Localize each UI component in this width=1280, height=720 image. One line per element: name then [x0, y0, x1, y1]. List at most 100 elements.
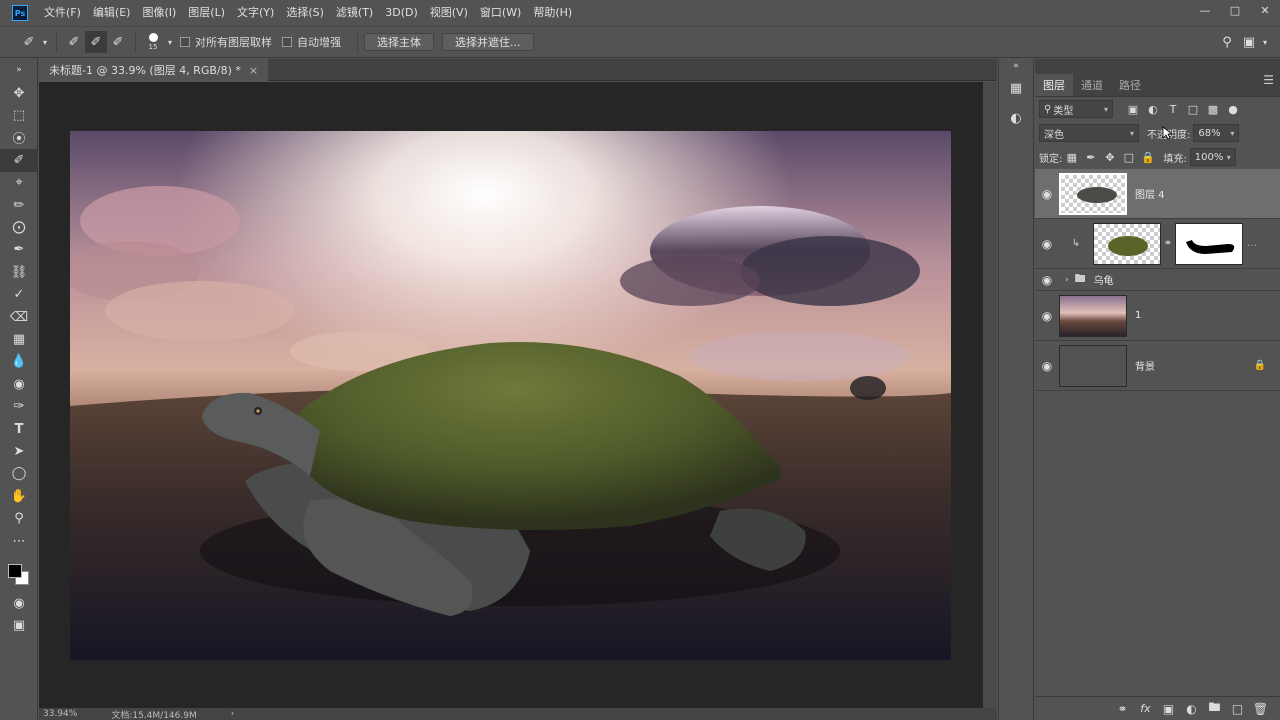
menu-layer[interactable]: 图层(L)	[182, 0, 231, 26]
tab-layers[interactable]: 图层	[1035, 74, 1073, 96]
type-filter-icon[interactable]: T	[1163, 103, 1183, 116]
maximize-icon[interactable]: □	[1220, 0, 1250, 20]
layer-name[interactable]: 背景	[1135, 358, 1155, 373]
layer-thumbnail[interactable]	[1093, 222, 1161, 265]
eye-icon[interactable]: ◉	[1035, 273, 1059, 287]
layer-name[interactable]: 1	[1135, 310, 1141, 321]
workspace-icon[interactable]: ▣	[1238, 31, 1260, 53]
menu-type[interactable]: 文字(Y)	[231, 0, 280, 26]
tool-preset-icon[interactable]: ✐	[18, 31, 40, 53]
new-selection-brush-icon[interactable]: ✐	[63, 31, 85, 53]
eye-icon[interactable]: ◉	[1035, 237, 1059, 251]
vertical-scrollbar[interactable]	[983, 82, 997, 708]
canvas-area[interactable]	[39, 82, 983, 708]
menu-edit[interactable]: 编辑(E)	[87, 0, 137, 26]
opacity-field[interactable]: 68% ▾	[1193, 124, 1240, 142]
path-selection-tool-icon[interactable]: ➤	[0, 440, 38, 462]
filter-kind-dropdown[interactable]: ⚲ 类型 ▾	[1039, 100, 1113, 118]
subtract-selection-brush-icon[interactable]: ✐	[107, 31, 129, 53]
layer-row[interactable]: ◉ 1	[1035, 291, 1280, 341]
chevron-down-icon[interactable]: ▾	[1260, 31, 1270, 53]
lock-position-icon[interactable]: ✥	[1100, 151, 1119, 164]
move-tool-icon[interactable]: ✥	[0, 82, 38, 104]
brush-size-picker[interactable]: 15	[142, 29, 164, 55]
eye-icon[interactable]: ◉	[1035, 187, 1059, 201]
chevron-down-icon[interactable]: ▾	[164, 31, 176, 53]
layer-name[interactable]: 图层 4	[1135, 186, 1165, 201]
collapse-icon[interactable]: »	[0, 58, 38, 82]
pixel-filter-icon[interactable]: ▣	[1123, 103, 1143, 116]
marquee-tool-icon[interactable]: ⬚	[0, 104, 38, 126]
layer-thumbnail[interactable]	[1059, 344, 1127, 387]
link-icon[interactable]: ⚭	[1161, 238, 1175, 249]
chevron-right-icon[interactable]: ›	[1065, 275, 1069, 285]
tab-channels[interactable]: 通道	[1073, 74, 1111, 96]
checkbox-box[interactable]	[282, 37, 292, 47]
layer-mask-thumbnail[interactable]	[1175, 222, 1243, 265]
lasso-tool-icon[interactable]: ⦿	[0, 127, 38, 149]
menu-3d[interactable]: 3D(D)	[379, 0, 424, 26]
lock-all-icon[interactable]: 🔒	[1138, 151, 1157, 164]
collapse-icon[interactable]: «	[999, 59, 1033, 73]
sample-all-layers-checkbox[interactable]: 对所有图层取样	[180, 34, 272, 50]
more-tools-icon[interactable]: ⋯	[0, 530, 38, 552]
eraser-tool-icon[interactable]: ⌫	[0, 306, 38, 328]
crop-tool-icon[interactable]: ⌖	[0, 172, 38, 194]
menu-window[interactable]: 窗口(W)	[474, 0, 527, 26]
close-tab-icon[interactable]: ×	[249, 64, 258, 77]
document-info[interactable]: 文档:15.4M/146.9M	[111, 708, 196, 720]
auto-enhance-checkbox[interactable]: 自动增强	[282, 34, 341, 50]
document-tab[interactable]: 未标题-1 @ 33.9% (图层 4, RGB/8) * ×	[39, 59, 269, 81]
adjustment-filter-icon[interactable]: ◐	[1143, 103, 1163, 116]
shape-filter-icon[interactable]: □	[1183, 103, 1203, 116]
chevron-right-icon[interactable]: ›	[231, 709, 235, 719]
foreground-color-swatch[interactable]	[8, 564, 22, 579]
link-layers-icon[interactable]: ⚭	[1111, 702, 1134, 716]
close-icon[interactable]: ✕	[1250, 0, 1280, 20]
layer-thumbnail[interactable]	[1059, 172, 1127, 215]
zoom-level[interactable]: 33.94%	[43, 709, 77, 719]
checkbox-box[interactable]	[180, 37, 190, 47]
menu-help[interactable]: 帮助(H)	[527, 0, 578, 26]
zoom-tool-icon[interactable]: ⚲	[0, 507, 38, 529]
dodge-tool-icon[interactable]: ◉	[0, 373, 38, 395]
select-subject-button[interactable]: 选择主体	[364, 33, 434, 51]
layer-group-row[interactable]: ◉ › 🖿 乌龟	[1035, 269, 1280, 291]
trash-icon[interactable]: 🗑	[1249, 702, 1272, 716]
pen-tool-icon[interactable]: ✑	[0, 395, 38, 417]
fill-field[interactable]: 100% ▾	[1189, 148, 1236, 166]
minimize-icon[interactable]: —	[1190, 0, 1220, 20]
search-icon[interactable]: ⚲	[1216, 31, 1238, 53]
blur-tool-icon[interactable]: 💧	[0, 351, 38, 373]
menu-file[interactable]: 文件(F)	[38, 0, 87, 26]
chevron-down-icon[interactable]: ▾	[40, 31, 50, 53]
layer-thumbnail[interactable]	[1059, 294, 1127, 337]
menu-image[interactable]: 图像(I)	[136, 0, 182, 26]
select-and-mask-button[interactable]: 选择并遮住...	[442, 33, 534, 51]
hand-tool-icon[interactable]: ✋	[0, 485, 38, 507]
smart-object-filter-icon[interactable]: ▩	[1203, 103, 1223, 116]
lock-image-icon[interactable]: ✒	[1081, 151, 1100, 164]
blend-mode-dropdown[interactable]: 深色 ▾	[1039, 124, 1139, 142]
gradient-tool-icon[interactable]: ▦	[0, 328, 38, 350]
menu-select[interactable]: 选择(S)	[280, 0, 330, 26]
quick-selection-tool-icon[interactable]: ✐	[0, 149, 38, 172]
filter-toggle-icon[interactable]: ●	[1223, 103, 1243, 116]
ellipse-tool-icon[interactable]: ◯	[0, 463, 38, 485]
type-tool-icon[interactable]: T	[0, 418, 38, 440]
screen-mode-icon[interactable]: ▣	[0, 615, 38, 637]
layer-row[interactable]: ◉ 图层 4	[1035, 169, 1280, 219]
add-mask-icon[interactable]: ▣	[1157, 702, 1180, 716]
add-selection-brush-icon[interactable]: ✐	[85, 31, 107, 53]
clone-stamp-tool-icon[interactable]: ⛓	[0, 261, 38, 283]
lock-transparent-icon[interactable]: ▦	[1062, 151, 1081, 164]
eye-icon[interactable]: ◉	[1035, 359, 1059, 373]
adjustment-layer-icon[interactable]: ◐	[1180, 702, 1203, 716]
group-name[interactable]: 乌龟	[1094, 272, 1114, 287]
adjustments-panel-icon[interactable]: ◐	[999, 103, 1033, 133]
new-layer-icon[interactable]: □	[1226, 702, 1249, 716]
menu-filter[interactable]: 滤镜(T)	[330, 0, 379, 26]
properties-panel-icon[interactable]: ▦	[999, 73, 1033, 103]
panel-menu-icon[interactable]: ☰	[1263, 73, 1274, 87]
new-group-icon[interactable]: 🖿	[1203, 698, 1226, 719]
